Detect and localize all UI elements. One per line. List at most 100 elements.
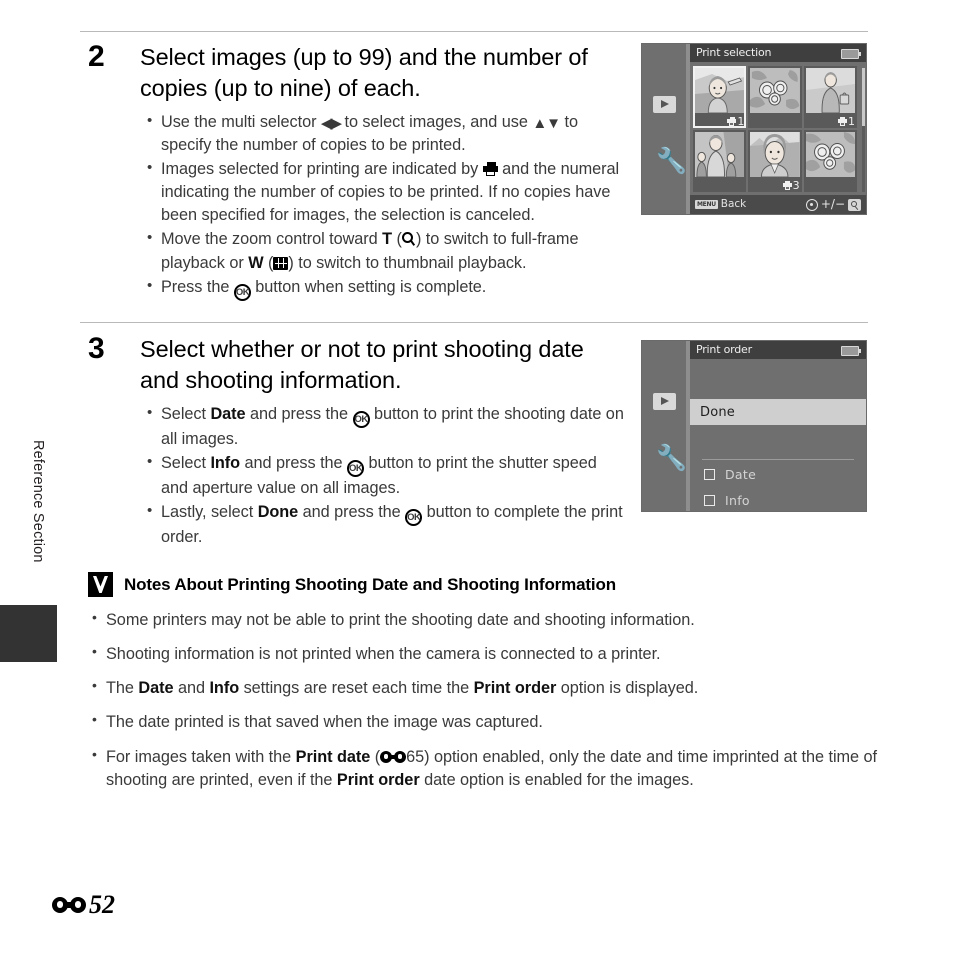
up-down-arrows-icon: ▲▼ (532, 114, 561, 132)
printer-icon (837, 117, 847, 126)
thumbnail-1-count-value: 1 (737, 115, 745, 128)
wrench-setup-icon[interactable]: 🔧 (656, 445, 687, 471)
thumbnail-4-image (695, 132, 745, 177)
list-item: For images taken with the Print date (65… (92, 745, 878, 792)
info-label: Info (725, 493, 750, 508)
print-order-done-label: Done (700, 404, 736, 420)
menu-key-icon: MENU (695, 200, 718, 209)
notes-bullets: Some printers may not be able to print t… (88, 608, 878, 792)
page-number: 52 (89, 890, 115, 919)
ok-button-icon: OK (347, 459, 365, 477)
emphasis-text: Date (210, 404, 246, 423)
printer-icon (482, 162, 498, 176)
playback-mode-icon[interactable] (653, 393, 676, 410)
plus-minus-label: +/− (820, 197, 845, 211)
page-footer: 52 (52, 890, 115, 920)
emphasis-text: Print order (473, 679, 557, 698)
back-label: Back (720, 198, 747, 210)
print-order-title: Print order (696, 343, 752, 356)
multi-selector-icon (805, 198, 818, 211)
thumbnail-5-count: 3 (782, 179, 800, 192)
divider-between-steps (80, 322, 868, 323)
section-tab (0, 605, 57, 662)
list-item: Select Info and press the OK button to p… (147, 451, 628, 500)
print-order-done-item[interactable]: Done (690, 399, 866, 425)
step-3-title: Select whether or not to print shooting … (140, 336, 584, 393)
print-selection-footer: MENU Back +/− (690, 195, 866, 214)
emphasis-text: Info (210, 453, 241, 472)
wrench-setup-icon[interactable]: 🔧 (656, 148, 687, 174)
emphasis-text: Info (209, 679, 240, 698)
thumbnail-1[interactable]: 1 (693, 66, 747, 128)
list-item: Shooting information is not printed when… (92, 642, 878, 666)
battery-icon (841, 346, 861, 356)
print-order-screen: 🔧 Print order Done Date Info (641, 340, 867, 512)
list-item: Some printers may not be able to print t… (92, 608, 878, 632)
thumbnail-4[interactable] (693, 130, 747, 192)
emphasis-text: Print order (336, 770, 420, 789)
print-selection-titlebar: Print selection (690, 44, 866, 62)
emphasis-text: Print date (295, 747, 371, 766)
reference-section-icon (52, 896, 86, 915)
list-item: Move the zoom control toward T () to swi… (147, 227, 628, 274)
list-item: Use the multi selector ◀▶ to select imag… (147, 110, 628, 157)
list-item: Lastly, select Done and press the OK but… (147, 500, 628, 549)
print-order-option-info[interactable]: Info (690, 493, 866, 508)
step-2-title: Select images (up to 99) and the number … (140, 44, 588, 101)
list-item: Press the OK button when setting is comp… (147, 275, 628, 301)
ok-button-icon: OK (233, 283, 251, 301)
print-selection-screen: 🔧 Print selection 1 1 3 MENU Back +/− (641, 43, 867, 215)
print-selection-body: Print selection 1 1 3 MENU Back +/− (690, 44, 866, 214)
thumbnail-3[interactable]: 1 (803, 66, 857, 128)
thumbnail-6[interactable] (803, 130, 857, 192)
magnifier-icon (401, 232, 416, 247)
print-order-titlebar: Print order (690, 341, 866, 359)
step-2-bullets: Use the multi selector ◀▶ to select imag… (140, 110, 628, 301)
thumbnail-2[interactable] (748, 66, 802, 128)
info-checkbox[interactable] (704, 495, 715, 506)
print-selection-title: Print selection (696, 46, 772, 59)
ok-button-icon: OK (405, 508, 423, 526)
back-control[interactable]: MENU Back (695, 195, 746, 214)
step-2: 2 Select images (up to 99) and the numbe… (88, 42, 628, 302)
thumbnail-5-count-value: 3 (792, 179, 800, 192)
list-item: The Date and Info settings are reset eac… (92, 676, 878, 700)
left-right-arrows-icon: ◀▶ (320, 114, 342, 132)
reference-section-icon (380, 750, 407, 764)
scrollbar[interactable] (862, 68, 865, 192)
printer-icon (782, 181, 792, 190)
thumbnail-2-image (750, 68, 800, 113)
print-order-body: Print order Done Date Info (690, 341, 866, 511)
step-2-number: 2 (88, 40, 105, 73)
list-item: Select Date and press the OK button to p… (147, 402, 628, 451)
emphasis-text: Done (257, 502, 299, 521)
thumbnail-3-count: 1 (837, 115, 855, 128)
date-label: Date (725, 467, 757, 482)
step-3-bullets: Select Date and press the OK button to p… (140, 402, 628, 549)
list-item: Images selected for printing are indicat… (147, 157, 628, 227)
playback-mode-icon[interactable] (653, 96, 676, 113)
notes-title: Notes About Printing Shooting Date and S… (124, 574, 616, 594)
magnifier-button-icon[interactable] (848, 198, 861, 211)
print-order-option-date[interactable]: Date (690, 467, 866, 482)
thumbnail-3-image (805, 68, 855, 113)
step-3: 3 Select whether or not to print shootin… (88, 334, 628, 550)
thumbnail-6-image (805, 132, 855, 177)
list-item: The date printed is that saved when the … (92, 710, 878, 734)
thumbnail-5[interactable]: 3 (748, 130, 802, 192)
divider-top (80, 31, 868, 32)
ok-button-icon: OK (352, 410, 370, 428)
section-label: Reference Section (30, 440, 46, 563)
emphasis-text: Date (138, 679, 174, 698)
emphasis-text: W (248, 253, 264, 272)
date-checkbox[interactable] (704, 469, 715, 480)
thumbnail-3-count-value: 1 (847, 115, 855, 128)
printer-icon (727, 117, 737, 126)
menu-rail: 🔧 (642, 44, 690, 214)
thumbnail-grid: 1 1 3 (693, 66, 857, 192)
emphasis-text: T (382, 230, 393, 249)
print-order-divider (702, 459, 854, 460)
battery-icon (841, 49, 861, 59)
thumbnail-5-image (750, 132, 800, 177)
thumbnail-grid-icon (273, 256, 289, 270)
